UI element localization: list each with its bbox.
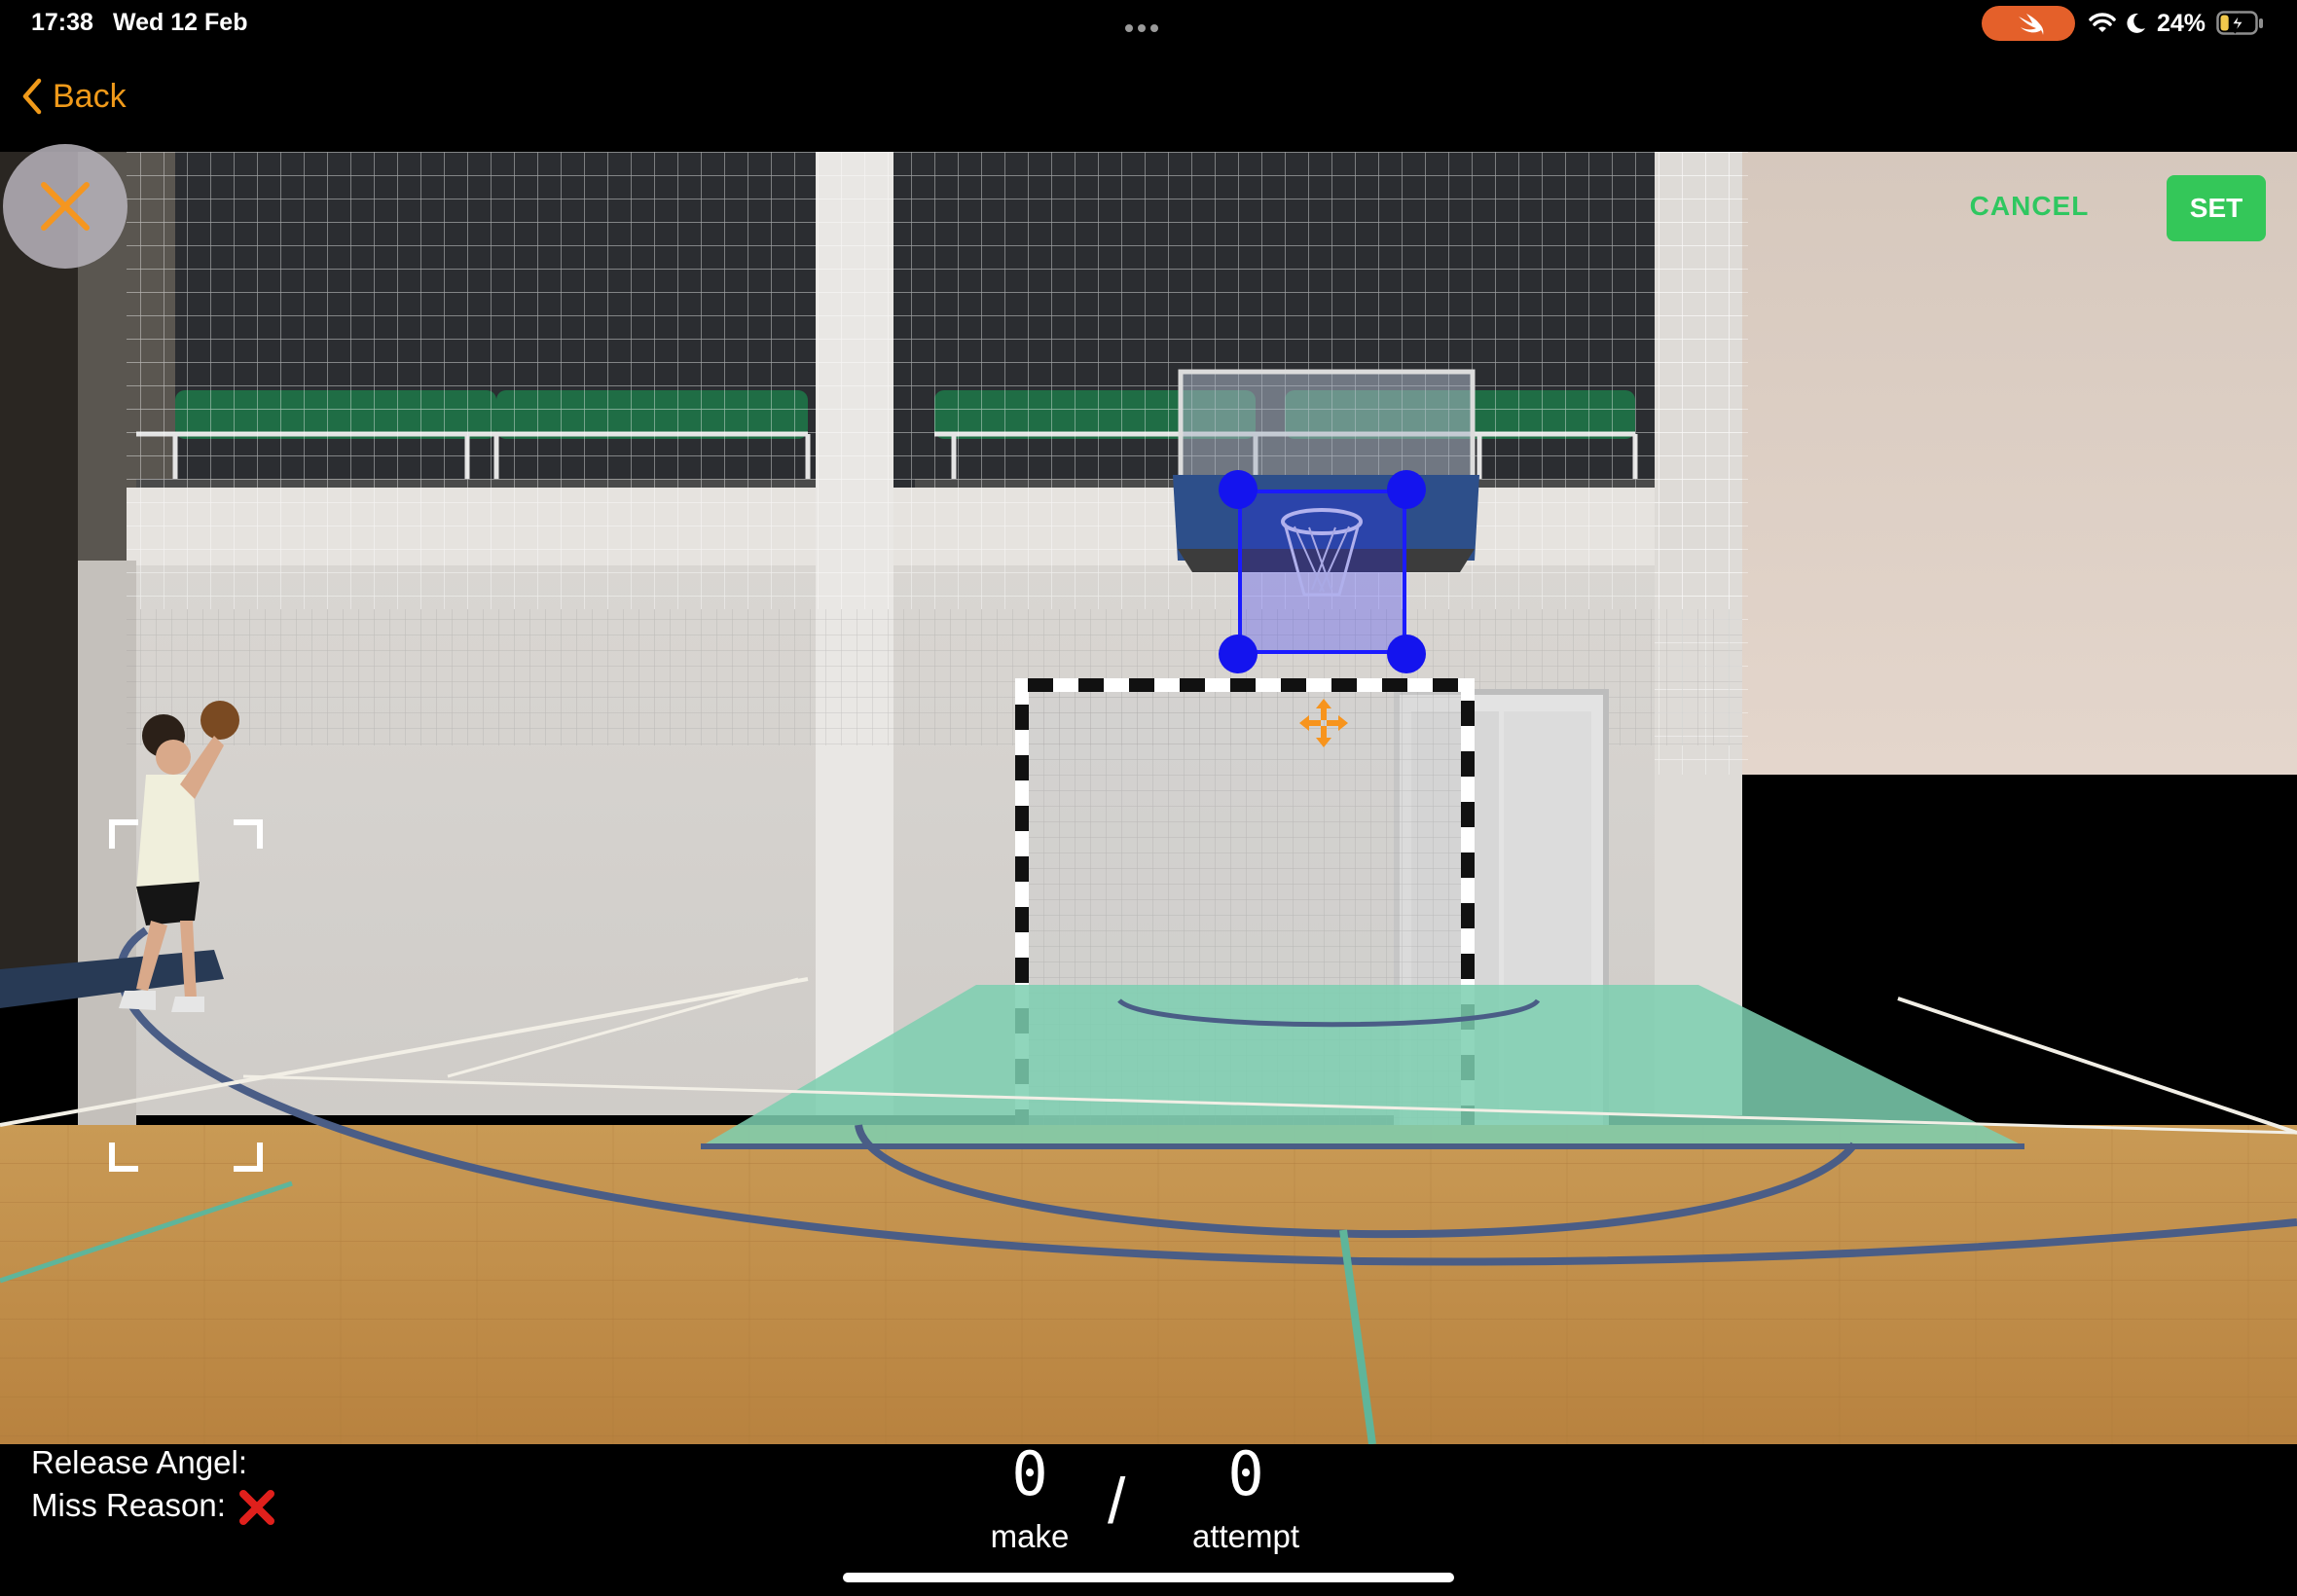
release-angle-label: Release Angel: (31, 1444, 247, 1480)
close-icon (41, 182, 90, 231)
status-date: Wed 12 Feb (113, 9, 248, 36)
status-bar: 17:38 Wed 12 Feb 24% (0, 0, 2297, 47)
hoop-selection-box[interactable] (1238, 490, 1406, 654)
swift-playground-indicator[interactable] (1982, 6, 2075, 41)
hoop-box-handle-top-left[interactable] (1219, 470, 1258, 509)
red-x-icon (239, 1490, 274, 1525)
cancel-button[interactable]: CANCEL (1956, 191, 2102, 230)
hoop-box-handle-bottom-right[interactable] (1387, 635, 1426, 673)
wifi-icon (2089, 13, 2116, 32)
back-label: Back (53, 77, 127, 115)
make-label: make (990, 1518, 1070, 1554)
camera-viewport[interactable] (0, 152, 2297, 1444)
court-markings (0, 701, 2297, 1444)
battery-percentage: 24% (2157, 10, 2206, 37)
moon-icon (2127, 13, 2145, 33)
set-button[interactable]: SET (2167, 175, 2266, 241)
attempt-label: attempt (1191, 1518, 1300, 1554)
player-detection-bracket (109, 819, 263, 1172)
chevron-left-icon (22, 78, 42, 115)
move-arrows-icon[interactable] (1297, 697, 1350, 749)
attempt-count: 0 (1227, 1438, 1264, 1509)
hoop-box-handle-bottom-left[interactable] (1219, 635, 1258, 673)
hoop-box-handle-top-right[interactable] (1387, 470, 1426, 509)
home-indicator[interactable] (843, 1573, 1454, 1582)
make-count: 0 (1011, 1438, 1048, 1509)
status-time: 17:38 (31, 9, 93, 36)
miss-reason-label: Miss Reason: (31, 1487, 226, 1523)
battery-charging-icon (2216, 11, 2263, 35)
count-separator: / (1108, 1465, 1126, 1537)
close-button[interactable] (3, 144, 128, 269)
back-button[interactable]: Back (21, 72, 127, 121)
swift-icon (2019, 14, 2044, 35)
multitasking-dots-icon[interactable] (1125, 19, 1163, 37)
